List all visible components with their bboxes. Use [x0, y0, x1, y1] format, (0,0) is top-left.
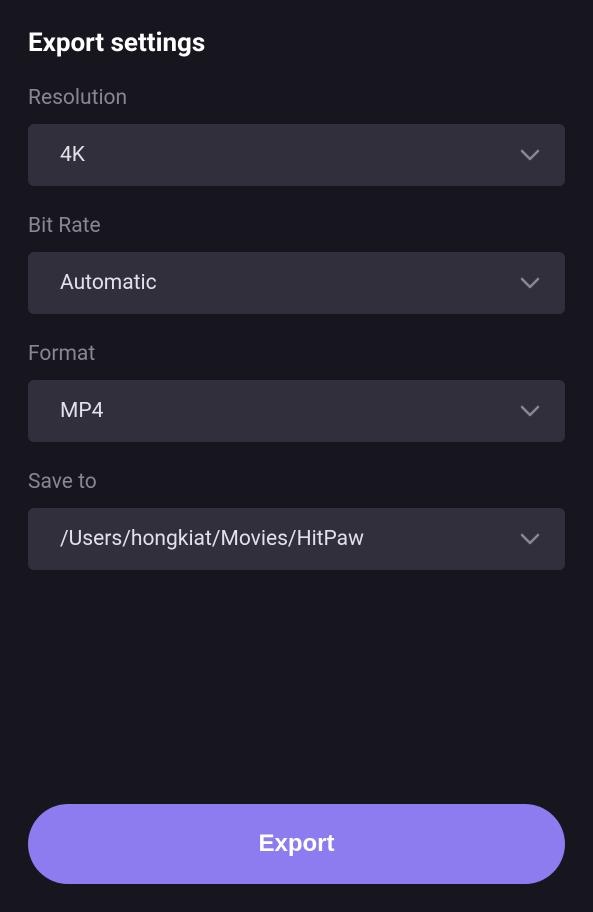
format-select[interactable]: MP4	[28, 380, 565, 442]
resolution-value: 4K	[60, 143, 85, 167]
format-label: Format	[28, 342, 565, 366]
saveto-label: Save to	[28, 470, 565, 494]
chevron-down-icon	[519, 272, 541, 294]
format-group: Format MP4	[28, 342, 565, 442]
page-title: Export settings	[28, 28, 565, 58]
chevron-down-icon	[519, 144, 541, 166]
bitrate-value: Automatic	[60, 271, 157, 295]
resolution-label: Resolution	[28, 86, 565, 110]
saveto-value: /Users/hongkiat/Movies/HitPaw	[60, 527, 364, 551]
spacer	[28, 598, 565, 804]
resolution-select[interactable]: 4K	[28, 124, 565, 186]
saveto-select[interactable]: /Users/hongkiat/Movies/HitPaw	[28, 508, 565, 570]
format-value: MP4	[60, 399, 103, 423]
resolution-group: Resolution 4K	[28, 86, 565, 186]
bitrate-select[interactable]: Automatic	[28, 252, 565, 314]
saveto-group: Save to /Users/hongkiat/Movies/HitPaw	[28, 470, 565, 570]
chevron-down-icon	[519, 400, 541, 422]
export-button[interactable]: Export	[28, 804, 565, 884]
export-form: Resolution 4K Bit Rate Automatic Format …	[28, 86, 565, 884]
bitrate-group: Bit Rate Automatic	[28, 214, 565, 314]
chevron-down-icon	[519, 528, 541, 550]
bitrate-label: Bit Rate	[28, 214, 565, 238]
